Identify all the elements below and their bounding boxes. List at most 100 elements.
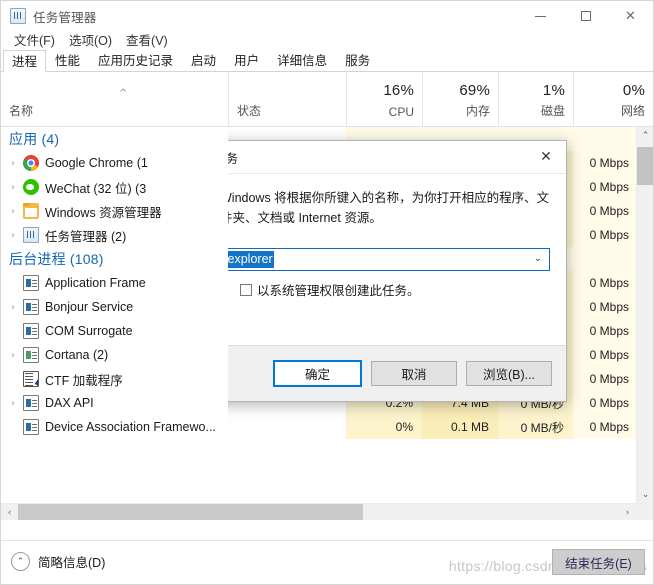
process-name: Google Chrome (1 (45, 156, 148, 170)
network-cell: 0 Mbps (573, 319, 638, 343)
tab-details[interactable]: 详细信息 (268, 49, 336, 71)
maximize-icon (580, 11, 591, 21)
sort-ascending-icon: ^ (119, 88, 128, 99)
open-combobox[interactable]: explorer ⌄ (222, 248, 550, 271)
expander-chevron-icon[interactable]: › (5, 302, 21, 313)
window-title: 任务管理器 (33, 10, 97, 25)
scroll-left-button[interactable]: ‹ (1, 504, 18, 520)
column-label-disk: 磁盘 (540, 104, 565, 118)
column-header-row: 名称 ^ 状态 16% CPU 69% 内存 1% 磁盘 0% 网络 (1, 72, 653, 127)
browse-button[interactable]: 浏览(B)... (466, 361, 552, 386)
network-cell: 0 Mbps (573, 295, 638, 319)
column-header-name[interactable]: 名称 ^ (1, 72, 228, 127)
group-header-label: 后台进程 (108) (9, 251, 104, 267)
network-cell: 0 Mbps (573, 391, 638, 415)
column-label-memory: 内存 (465, 104, 490, 118)
process-name: WeChat (32 位) (3 (45, 181, 147, 196)
folder-icon (23, 203, 39, 219)
chevron-up-circle-icon: ⌃ (11, 552, 30, 571)
row-name-cell: 后台进程 (108) (1, 247, 228, 271)
column-header-memory[interactable]: 69% 内存 (422, 72, 498, 127)
network-cell: 0 Mbps (573, 175, 638, 199)
horizontal-scrollbar[interactable]: ‹ › (1, 503, 636, 520)
admin-checkbox[interactable] (240, 283, 252, 296)
maximize-button[interactable] (563, 1, 608, 31)
process-name: DAX API (45, 396, 94, 410)
fewer-details-label: 简略信息(D) (38, 556, 106, 570)
expander-chevron-icon[interactable]: › (5, 158, 21, 169)
cancel-button[interactable]: 取消 (371, 361, 457, 386)
ok-button[interactable]: 确定 (273, 360, 362, 387)
app-icon (23, 299, 39, 315)
open-input-value[interactable]: explorer (226, 251, 274, 268)
wechat-icon (23, 179, 39, 195)
network-cell: 0 Mbps (573, 199, 638, 223)
column-header-cpu[interactable]: 16% CPU (346, 72, 422, 127)
network-cell: 0 Mbps (573, 223, 638, 247)
network-cell: 0 Mbps (573, 151, 638, 175)
title-bar: 任务管理器 ✕ (1, 1, 653, 31)
expander-chevron-icon[interactable]: › (5, 230, 21, 241)
column-header-disk[interactable]: 1% 磁盘 (498, 72, 573, 127)
network-cell: 0 Mbps (573, 343, 638, 367)
row-name-cell: › Cortana (2) (1, 343, 228, 367)
horizontal-scroll-thumb[interactable] (18, 504, 363, 520)
task-manager-window: 任务管理器 ✕ 文件(F) 选项(O) 查看(V) 进程 性能 应用历史记录 启… (0, 0, 654, 585)
status-bar: ⌃ 简略信息(D) https://blog.csdn.net/aashmeis… (1, 540, 653, 584)
tab-performance[interactable]: 性能 (46, 49, 89, 71)
tab-users[interactable]: 用户 (225, 49, 268, 71)
expander-chevron-icon[interactable]: › (5, 182, 21, 193)
expander-chevron-icon[interactable]: › (5, 398, 21, 409)
vertical-scrollbar[interactable]: ⌃ ⌄ (636, 127, 653, 503)
row-name-cell: 应用 (4) (1, 127, 228, 151)
process-name: Cortana (2) (45, 348, 109, 362)
minimize-icon (535, 15, 546, 17)
menu-options[interactable]: 选项(O) (62, 31, 119, 51)
menu-file[interactable]: 文件(F) (7, 31, 62, 51)
app-icon (23, 275, 39, 291)
column-header-status[interactable]: 状态 (228, 72, 346, 127)
process-name: Device Association Framewo... (45, 420, 216, 434)
dialog-close-icon[interactable]: ✕ (526, 141, 566, 173)
vertical-scroll-thumb[interactable] (637, 147, 653, 185)
expander-chevron-icon[interactable]: › (5, 350, 21, 361)
fewer-details-button[interactable]: ⌃ 简略信息(D) (11, 552, 105, 571)
table-row[interactable]: ›Device Association Framewo...0%0.1 MB0 … (1, 415, 638, 439)
expander-chevron-icon[interactable]: › (5, 206, 21, 217)
ctf-icon (23, 371, 39, 387)
status-cell (228, 415, 346, 439)
disk-total-percent: 1% (542, 82, 565, 99)
expander-spacer: › (5, 374, 21, 385)
tab-app-history[interactable]: 应用历史记录 (89, 49, 182, 71)
admin-checkbox-row[interactable]: 以系统管理权限创建此任务。 (240, 280, 550, 299)
chevron-down-icon[interactable]: ⌄ (534, 253, 542, 264)
network-cell (573, 127, 638, 151)
memory-total-percent: 69% (459, 82, 490, 99)
row-name-cell: › 任务管理器 (2) (1, 223, 228, 247)
expander-spacer: › (5, 326, 21, 337)
tab-strip: 进程 性能 应用历史记录 启动 用户 详细信息 服务 (1, 49, 653, 72)
app-icon (23, 419, 39, 435)
close-button[interactable]: ✕ (608, 1, 653, 31)
process-name: Windows 资源管理器 (45, 205, 162, 220)
column-header-network[interactable]: 0% 网络 (573, 72, 653, 127)
column-label-cpu: CPU (388, 105, 414, 119)
menu-view[interactable]: 查看(V) (119, 31, 175, 51)
scroll-up-button[interactable]: ⌃ (637, 127, 653, 144)
tab-processes[interactable]: 进程 (3, 50, 47, 72)
minimize-button[interactable] (518, 1, 563, 31)
memory-cell: 0.1 MB (422, 415, 498, 439)
dialog-message: Windows 将根据你所键入的名称，为你打开相应的程序、文件夹、文档或 Int… (220, 191, 550, 225)
scroll-right-button[interactable]: › (619, 504, 636, 520)
row-name-cell: › Windows 资源管理器 (1, 199, 228, 223)
row-name-cell: › COM Surrogate (1, 319, 228, 343)
network-cell: 0 Mbps (573, 367, 638, 391)
expander-spacer: › (5, 278, 21, 289)
cpu-total-percent: 16% (383, 82, 414, 99)
end-task-button[interactable]: 结束任务(E) (552, 549, 645, 575)
tab-services[interactable]: 服务 (336, 49, 379, 71)
scroll-down-button[interactable]: ⌄ (637, 486, 653, 503)
tab-startup[interactable]: 启动 (182, 49, 225, 71)
process-name: CTF 加载程序 (45, 373, 123, 388)
process-name: Application Frame (45, 276, 146, 290)
